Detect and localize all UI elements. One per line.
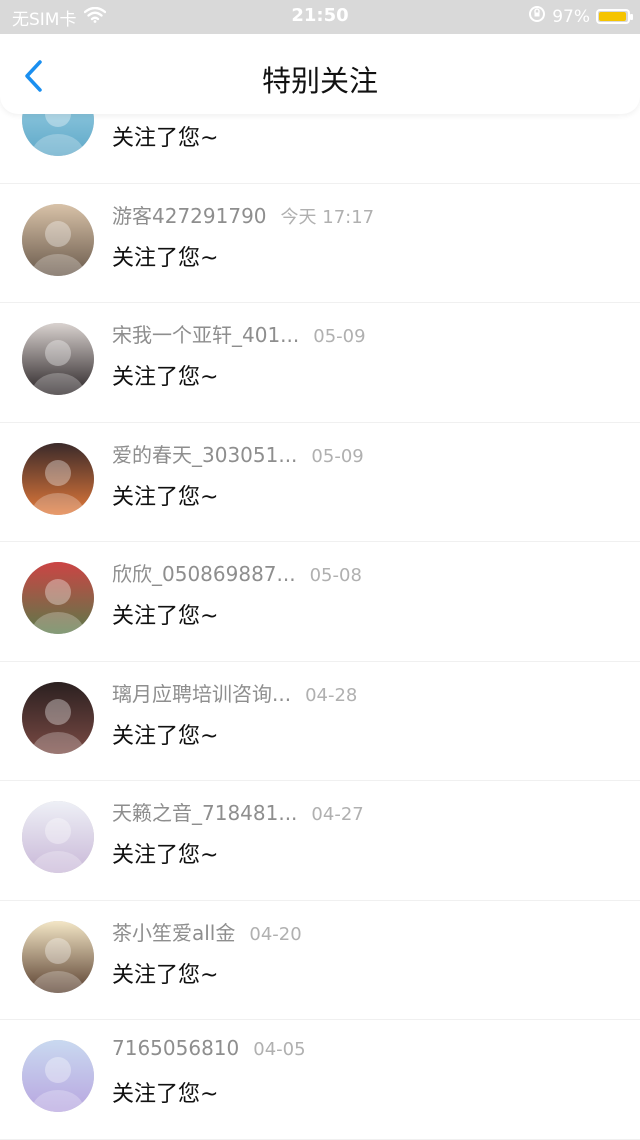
avatar[interactable] bbox=[22, 323, 94, 395]
list-item[interactable]: 欣欣_050869887... 05-08 关注了您~ bbox=[0, 542, 640, 662]
user-name[interactable]: 茶小笙爱all金 bbox=[112, 921, 235, 945]
list-item[interactable]: 游客427291790 今天 17:17 关注了您~ bbox=[0, 184, 640, 303]
navigation-bar: 特别关注 bbox=[0, 34, 640, 114]
timestamp: 04-27 bbox=[311, 804, 364, 825]
list-item[interactable]: 宋我一个亚轩_401... 05-09 关注了您~ bbox=[0, 303, 640, 423]
follow-message: 关注了您~ bbox=[112, 126, 219, 151]
name-line: 宋我一个亚轩_401... 05-09 bbox=[112, 319, 366, 348]
battery-icon bbox=[596, 9, 633, 24]
follow-message: 关注了您~ bbox=[112, 962, 219, 988]
name-line: 璃月应聘培训咨询... 04-28 bbox=[112, 678, 357, 707]
status-bar: 无SIM卡 21:50 97% bbox=[0, 0, 640, 34]
name-line: 茶小笙爱all金 04-20 bbox=[112, 917, 302, 946]
page-title: 特别关注 bbox=[261, 64, 378, 98]
name-line: 7165056810 04-05 bbox=[112, 1036, 306, 1060]
avatar[interactable] bbox=[22, 203, 94, 276]
battery-percent: 97% bbox=[552, 6, 590, 27]
follower-list: 关注了您~ 游客427291790 今天 17:17 关注了您~ 宋我一个亚轩_401.… bbox=[0, 64, 640, 1140]
user-name[interactable]: 欣欣_050869887... bbox=[112, 562, 296, 586]
timestamp: 05-09 bbox=[311, 445, 364, 467]
avatar[interactable] bbox=[22, 562, 94, 634]
battery-level bbox=[599, 12, 627, 21]
name-line: 欣欣_050869887... 05-08 bbox=[112, 558, 362, 587]
timestamp: 05-09 bbox=[313, 326, 366, 347]
name-line: 游客427291790 今天 17:17 bbox=[112, 200, 374, 229]
follow-message: 关注了您~ bbox=[112, 723, 219, 749]
list-item[interactable]: 茶小笙爱all金 04-20 关注了您~ bbox=[0, 901, 640, 1020]
timestamp: 04-28 bbox=[305, 684, 358, 706]
list-item[interactable]: 天籁之音_718481... 04-27 关注了您~ bbox=[0, 781, 640, 901]
user-name[interactable]: 璃月应聘培训咨询... bbox=[112, 682, 291, 706]
user-name[interactable]: 天籁之音_718481... bbox=[112, 801, 297, 825]
name-line: 天籁之音_718481... 04-27 bbox=[112, 797, 364, 826]
follow-message: 关注了您~ bbox=[112, 1082, 219, 1107]
avatar[interactable] bbox=[22, 1040, 94, 1112]
timestamp: 04-20 bbox=[249, 923, 302, 945]
user-name[interactable]: 游客427291790 bbox=[112, 204, 267, 228]
follow-message: 关注了您~ bbox=[112, 245, 219, 271]
avatar[interactable] bbox=[22, 801, 94, 873]
user-name[interactable]: 7165056810 bbox=[112, 1036, 239, 1060]
list-item[interactable]: 璃月应聘培训咨询... 04-28 关注了您~ bbox=[0, 662, 640, 781]
follow-message: 关注了您~ bbox=[112, 365, 219, 390]
avatar[interactable] bbox=[22, 442, 94, 515]
avatar[interactable] bbox=[22, 920, 94, 993]
timestamp: 今天 17:17 bbox=[280, 206, 375, 228]
user-name[interactable]: 宋我一个亚轩_401... bbox=[112, 323, 299, 347]
orientation-lock-icon bbox=[528, 5, 546, 28]
status-right: 97% bbox=[528, 5, 633, 28]
timestamp: 05-08 bbox=[309, 565, 362, 586]
name-line: 爱的春天_303051... 05-09 bbox=[112, 439, 364, 468]
follow-message: 关注了您~ bbox=[112, 604, 219, 629]
list-item[interactable]: 爱的春天_303051... 05-09 关注了您~ bbox=[0, 423, 640, 542]
follow-message: 关注了您~ bbox=[112, 843, 219, 868]
user-name[interactable]: 爱的春天_303051... bbox=[112, 443, 297, 467]
follow-message: 关注了您~ bbox=[112, 484, 219, 510]
list-item[interactable]: 7165056810 04-05 关注了您~ bbox=[0, 1020, 640, 1140]
avatar[interactable] bbox=[22, 681, 94, 754]
timestamp: 04-05 bbox=[253, 1039, 306, 1060]
